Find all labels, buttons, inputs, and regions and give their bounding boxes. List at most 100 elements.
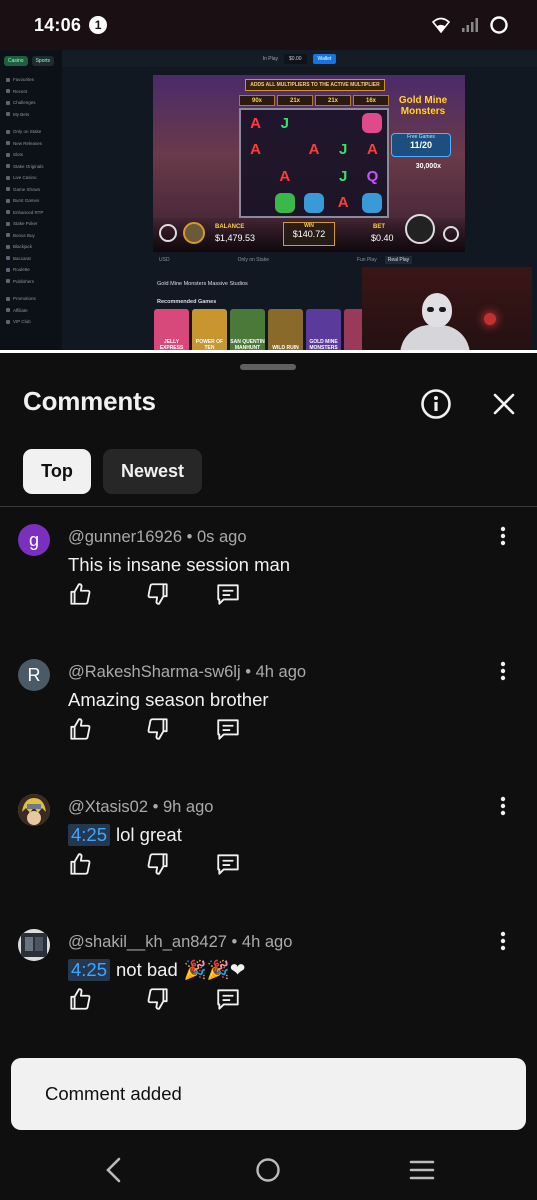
casino-sidebar-item: Slots (0, 149, 62, 161)
symbol-j: J (339, 167, 348, 185)
back-button[interactable] (94, 1152, 134, 1188)
sidebar-item-label: Publishers (13, 278, 35, 284)
bet-label: BET (373, 224, 385, 230)
streamer-webcam (362, 267, 532, 353)
comments-panel: Comments Top Newest g @gunner16926 • 0s a… (0, 353, 537, 1138)
recents-button[interactable] (402, 1152, 442, 1188)
sidebar-item-label: VIP Club (13, 319, 31, 325)
win-box: WIN $140.72 (283, 222, 335, 246)
reply-button[interactable] (214, 987, 242, 1015)
sidebar-item-icon (6, 141, 10, 146)
sidebar-item-label: Stake Poker (13, 221, 38, 227)
drag-handle[interactable] (240, 364, 296, 370)
dislike-button[interactable] (144, 717, 172, 745)
like-button[interactable] (66, 852, 94, 880)
timestamp-link[interactable]: 4:25 (68, 824, 111, 846)
reply-icon (215, 986, 241, 1017)
sidebar-item-label: My Bets (13, 111, 30, 117)
casino-sidebar-item: Recent (0, 86, 62, 98)
sidebar-item-label: Challenges (13, 100, 36, 106)
symbol-empty (299, 110, 328, 137)
sidebar-item-label: Stake Originals (13, 163, 44, 169)
symbol-j: J (280, 114, 289, 132)
reply-icon (215, 581, 241, 612)
status-time: 14:06 (34, 14, 82, 35)
chip-top[interactable]: Top (23, 449, 91, 494)
reply-button[interactable] (214, 582, 242, 610)
sidebar-item-icon (6, 198, 10, 203)
avatar[interactable]: R (18, 659, 50, 691)
sidebar-item-icon (6, 89, 10, 94)
wifi-icon (431, 17, 451, 33)
sidebar-item-icon (6, 164, 10, 169)
home-button[interactable] (248, 1152, 288, 1188)
casino-sidebar-item: Enhanced RTP (0, 207, 62, 219)
comment-body: 4:25 not bad 🎉🎉❤ (68, 959, 245, 981)
comment-author[interactable]: @RakeshSharma-sw6lj (68, 663, 241, 681)
game-card: POWER OF TEN (192, 309, 227, 353)
casino-tab: Casino (4, 56, 28, 66)
game-card: WILD RUIN (268, 309, 303, 353)
dislike-button[interactable] (144, 987, 172, 1015)
spin-icon (405, 214, 435, 244)
info-button[interactable] (419, 387, 453, 421)
comment-author[interactable]: @shakil__kh_an8427 (68, 933, 227, 951)
thumbs-up-icon (67, 716, 93, 747)
avatar-letter: R (27, 664, 41, 685)
casino-sidebar-item: Only on Stake (0, 126, 62, 138)
close-button[interactable] (487, 387, 521, 421)
currency: USD (159, 257, 170, 263)
multiplier: 21x (315, 95, 351, 106)
reply-button[interactable] (214, 852, 242, 880)
comment-emoji: 🎉🎉❤ (183, 960, 246, 981)
status-bar: 14:06 1 (0, 0, 537, 50)
casino-sidebar-item: VIP Club (0, 316, 62, 328)
sidebar-item-icon (6, 100, 10, 105)
status-icons (431, 15, 509, 35)
meta-separator: • (182, 528, 197, 546)
home-icon (256, 1158, 280, 1182)
symbol-empty (270, 137, 299, 164)
wallet-button: Wallet (312, 53, 337, 64)
like-button[interactable] (66, 582, 94, 610)
free-games-counter: Free Games 11/20 (391, 133, 451, 157)
chip-newest[interactable]: Newest (103, 449, 202, 494)
symbol-empty (241, 163, 270, 190)
symbol-monster (358, 190, 387, 217)
reply-button[interactable] (214, 717, 242, 745)
comment-item: @Xtasis02 • 9h ago 4:25 lol great (0, 794, 537, 914)
casino-sidebar-item: Promotions (0, 293, 62, 305)
dislike-button[interactable] (144, 852, 172, 880)
avatar[interactable]: g (18, 524, 50, 556)
like-button[interactable] (66, 987, 94, 1015)
more-options-button[interactable] (493, 796, 513, 820)
bet-value: $0.40 (371, 233, 394, 243)
more-options-button[interactable] (493, 931, 513, 955)
multiplier: 21x (277, 95, 313, 106)
symbol-q: Q (366, 167, 379, 185)
comment-text: lol great (116, 824, 182, 845)
more-options-button[interactable] (493, 526, 513, 550)
avatar[interactable] (18, 929, 50, 961)
sidebar-item-label: Game Shows (13, 186, 41, 192)
timestamp-link[interactable]: 4:25 (68, 959, 111, 981)
snackbar-toast: Comment added (11, 1058, 526, 1130)
sidebar-item-label: Bonus Buy (13, 232, 35, 238)
sidebar-item-icon (6, 152, 10, 157)
comment-age: 4h ago (255, 663, 307, 681)
avatar[interactable] (18, 794, 50, 826)
more-options-button[interactable] (493, 661, 513, 685)
comment-text: Amazing season brother (68, 689, 269, 710)
symbol-j: J (339, 141, 348, 159)
video-player[interactable]: Casino Sports Favourites Recent Challenges… (0, 50, 537, 353)
like-button[interactable] (66, 717, 94, 745)
comment-author[interactable]: @Xtasis02 (68, 798, 148, 816)
casino-sidebar: Casino Sports Favourites Recent Challenges… (0, 50, 62, 353)
toast-message: Comment added (45, 1083, 182, 1104)
dislike-button[interactable] (144, 582, 172, 610)
comment-author[interactable]: @gunner16926 (68, 528, 182, 546)
signal-icon (461, 17, 479, 33)
game-controls: BALANCE $1,479.53 WIN $140.72 BET $0.40 (153, 214, 465, 252)
game-title-line: Gold Mine Monsters Massive Studios (157, 281, 248, 287)
sidebar-item-icon (6, 77, 10, 82)
